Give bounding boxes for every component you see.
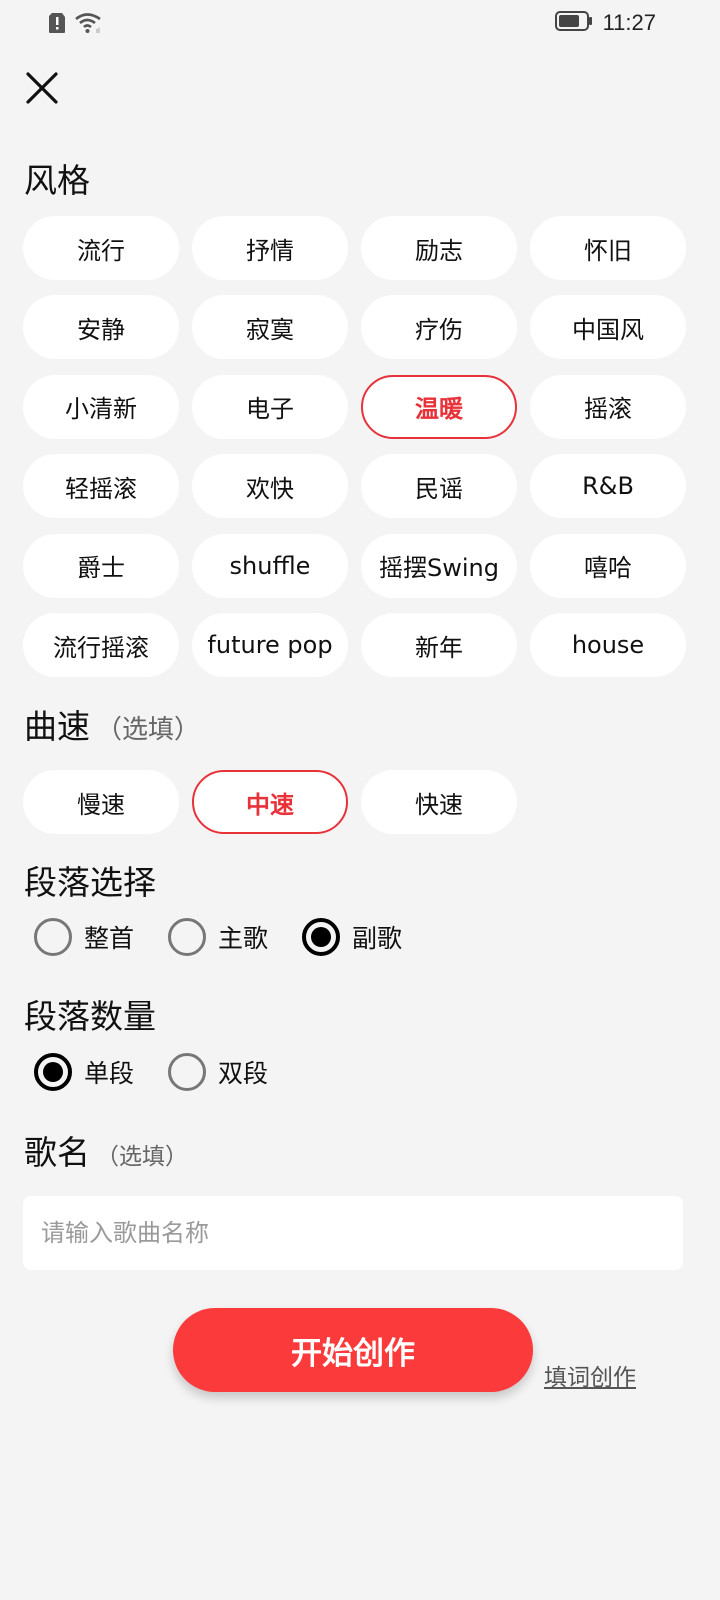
tempo-section-title: 曲速 （选填） bbox=[24, 700, 200, 748]
song-name-input[interactable] bbox=[23, 1196, 683, 1270]
style-chip-label: 电子 bbox=[246, 395, 294, 424]
style-chip-label: 民谣 bbox=[415, 474, 463, 503]
status-right: 11:27 bbox=[554, 10, 656, 36]
style-chip[interactable]: 流行摇滚 bbox=[23, 613, 179, 677]
style-chip-label: 摇摆Swing bbox=[379, 554, 499, 583]
style-chip-label: 疗伤 bbox=[415, 315, 463, 344]
tempo-chip-label: 快速 bbox=[415, 790, 463, 819]
style-chip-label: 流行摇滚 bbox=[53, 633, 149, 662]
style-chip-label: 新年 bbox=[415, 633, 463, 662]
style-chip[interactable]: 嘻哈 bbox=[530, 533, 686, 598]
battery-icon bbox=[554, 10, 593, 36]
status-bar: ıl 11:27 bbox=[0, 0, 720, 48]
style-chip-label: 安静 bbox=[77, 315, 125, 344]
style-chip[interactable]: 小清新 bbox=[23, 374, 179, 439]
tempo-chip[interactable]: 中速 bbox=[192, 770, 348, 834]
style-chip[interactable]: 疗伤 bbox=[361, 295, 517, 360]
segment-section-title: 段落选择 bbox=[24, 856, 156, 904]
count-radio-option[interactable]: 双段 bbox=[168, 1053, 268, 1091]
close-icon bbox=[26, 72, 58, 104]
style-chip[interactable]: 流行 bbox=[23, 216, 179, 280]
lyric-create-link[interactable]: 填词创作 bbox=[544, 1358, 636, 1392]
wifi-icon: ıl bbox=[74, 12, 104, 38]
radio-unchecked-icon[interactable] bbox=[168, 1053, 207, 1091]
radio-dot bbox=[43, 1062, 63, 1082]
style-chip-label: house bbox=[571, 631, 645, 659]
tempo-title-text: 曲速 bbox=[24, 707, 90, 746]
tempo-chip[interactable]: 快速 bbox=[361, 770, 517, 834]
tempo-chip[interactable]: 慢速 bbox=[23, 770, 179, 834]
tempo-hint: （选填） bbox=[96, 715, 201, 745]
style-chip-label: 温暖 bbox=[415, 395, 463, 424]
song-name-hint: （选填） bbox=[96, 1144, 188, 1170]
style-chip-label: shuffle bbox=[229, 551, 311, 580]
style-chip-label: 爵士 bbox=[77, 554, 125, 583]
style-section-title: 风格 bbox=[24, 154, 90, 202]
style-chip-label: 摇滚 bbox=[584, 395, 632, 424]
style-chip-label: 中国风 bbox=[572, 315, 644, 344]
style-chip[interactable]: 电子 bbox=[192, 374, 348, 439]
radio-unchecked-icon[interactable] bbox=[34, 918, 72, 956]
song-name-title-text: 歌名 bbox=[24, 1133, 90, 1172]
style-chip-label: 怀旧 bbox=[584, 236, 632, 265]
style-chip[interactable]: 摇滚 bbox=[530, 374, 686, 439]
style-chip[interactable]: 温暖 bbox=[361, 374, 517, 439]
style-chip-label: future pop bbox=[207, 631, 333, 659]
style-chip-label: 欢快 bbox=[246, 474, 294, 503]
style-title-text: 风格 bbox=[24, 161, 90, 200]
style-chip[interactable]: 抒情 bbox=[192, 216, 348, 280]
segment-radio-label: 整首 bbox=[84, 924, 135, 953]
style-chip[interactable]: 欢快 bbox=[192, 454, 348, 519]
segment-radio-option[interactable]: 副歌 bbox=[302, 918, 402, 956]
status-time: 11:27 bbox=[602, 10, 656, 35]
alert-icon bbox=[48, 12, 66, 38]
style-chip[interactable]: 励志 bbox=[361, 216, 517, 280]
start-create-label: 开始创作 bbox=[291, 1335, 415, 1372]
style-chip[interactable]: shuffle bbox=[192, 533, 348, 598]
count-radio-group: 单段 双段 bbox=[34, 1053, 302, 1091]
status-left: ıl bbox=[48, 12, 104, 38]
radio-checked-icon[interactable] bbox=[302, 918, 341, 956]
style-chip[interactable]: 怀旧 bbox=[530, 216, 686, 280]
start-create-button[interactable]: 开始创作 bbox=[173, 1308, 533, 1392]
style-chip[interactable]: 新年 bbox=[361, 613, 517, 677]
style-chip-label: 寂寞 bbox=[246, 315, 294, 344]
style-chip-label: 嘻哈 bbox=[584, 554, 632, 583]
tempo-chip-label: 中速 bbox=[246, 790, 294, 819]
style-chip-label: 小清新 bbox=[65, 395, 137, 424]
segment-title-text: 段落选择 bbox=[24, 863, 156, 902]
tempo-chip-label: 慢速 bbox=[77, 790, 125, 819]
style-chip[interactable]: 中国风 bbox=[530, 295, 686, 360]
close-button[interactable] bbox=[22, 68, 62, 108]
count-section-title: 段落数量 bbox=[24, 990, 156, 1038]
svg-text:ıl: ıl bbox=[96, 27, 100, 34]
segment-radio-label: 副歌 bbox=[352, 924, 403, 953]
segment-radio-group: 整首 主歌 副歌 bbox=[34, 918, 436, 956]
style-chip-label: 轻摇滚 bbox=[65, 474, 137, 503]
style-chip[interactable]: future pop bbox=[192, 613, 348, 677]
style-chip[interactable]: 爵士 bbox=[23, 533, 179, 598]
segment-radio-label: 主歌 bbox=[218, 924, 269, 953]
style-chip[interactable]: 安静 bbox=[23, 295, 179, 360]
style-chip[interactable]: R&B bbox=[530, 454, 686, 519]
style-chip[interactable]: 摇摆Swing bbox=[361, 533, 517, 598]
count-radio-option[interactable]: 单段 bbox=[34, 1053, 134, 1091]
radio-unchecked-icon[interactable] bbox=[168, 918, 207, 956]
count-title-text: 段落数量 bbox=[24, 997, 156, 1036]
style-chip[interactable]: 寂寞 bbox=[192, 295, 348, 360]
style-chip-label: 流行 bbox=[77, 236, 125, 265]
style-chip[interactable]: house bbox=[530, 613, 686, 677]
style-chip[interactable]: 轻摇滚 bbox=[23, 454, 179, 519]
style-chip-label: 抒情 bbox=[246, 236, 294, 265]
style-chip-label: R&B bbox=[582, 472, 634, 501]
radio-dot bbox=[311, 927, 332, 947]
song-name-section-title: 歌名 （选填） bbox=[24, 1126, 188, 1174]
segment-radio-option[interactable]: 主歌 bbox=[168, 918, 268, 956]
style-chip-label: 励志 bbox=[415, 236, 463, 265]
radio-checked-icon[interactable] bbox=[34, 1053, 72, 1091]
segment-radio-option[interactable]: 整首 bbox=[34, 918, 134, 956]
count-radio-label: 单段 bbox=[84, 1059, 135, 1088]
style-chip[interactable]: 民谣 bbox=[361, 454, 517, 519]
count-radio-label: 双段 bbox=[218, 1059, 269, 1088]
